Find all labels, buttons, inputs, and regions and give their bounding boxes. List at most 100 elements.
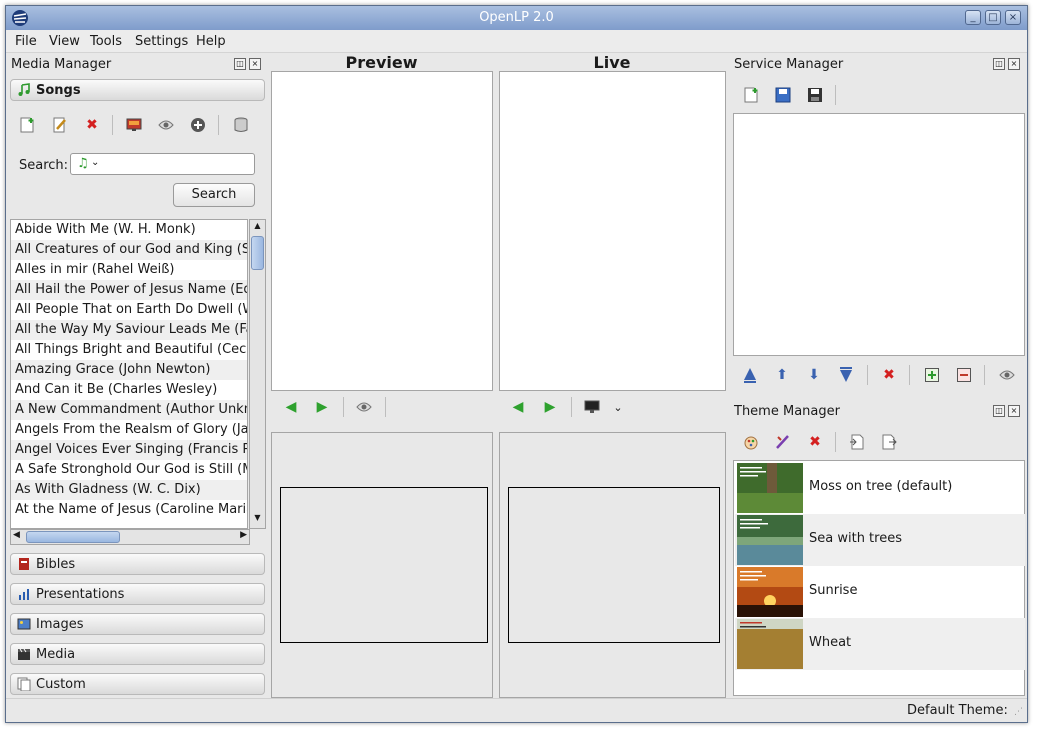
list-item[interactable]: All the Way My Saviour Leads Me (Fann	[11, 320, 247, 340]
toolbar-separator	[835, 85, 836, 105]
new-song-icon[interactable]	[18, 116, 36, 134]
list-item[interactable]: All Creatures of our God and King (St. F	[11, 240, 247, 260]
theme-manager-dock-buttons: ◫ ×	[990, 405, 1020, 417]
close-icon[interactable]: ×	[1008, 58, 1020, 70]
theme-thumbnail	[737, 567, 803, 617]
float-icon[interactable]: ◫	[993, 405, 1005, 417]
service-list	[733, 113, 1025, 356]
go-live-icon[interactable]	[998, 366, 1016, 384]
next-slide-icon[interactable]: ▶	[313, 398, 331, 416]
scrollbar-thumb[interactable]	[251, 236, 264, 270]
song-list-vertical-scrollbar[interactable]: ▲ ▼	[249, 219, 266, 529]
search-input[interactable]: ♫ ⌄	[70, 153, 255, 175]
search-button[interactable]: Search	[173, 183, 255, 207]
music-note-icon	[18, 83, 30, 96]
toolbar-separator	[835, 432, 836, 452]
custom-section-header[interactable]: Custom	[10, 673, 265, 695]
edit-song-icon[interactable]	[51, 116, 69, 134]
edit-theme-icon[interactable]	[774, 433, 792, 451]
close-icon[interactable]: ×	[249, 58, 261, 70]
import-theme-icon[interactable]	[848, 433, 866, 451]
import-songs-icon[interactable]	[232, 116, 250, 134]
images-section-header[interactable]: Images	[10, 613, 265, 635]
menu-file[interactable]: File	[15, 34, 37, 49]
song-list: Abide With Me (W. H. Monk) All Creatures…	[10, 219, 248, 529]
toolbar-separator	[385, 397, 386, 417]
add-to-service-icon[interactable]	[189, 116, 207, 134]
open-service-icon[interactable]	[774, 86, 792, 104]
toolbar-separator	[909, 365, 910, 385]
move-up-icon[interactable]: ⬆	[773, 366, 791, 384]
live-title: Live	[593, 53, 631, 72]
theme-item-sea[interactable]: Sea with trees	[735, 514, 1025, 566]
previous-slide-icon[interactable]: ◀	[509, 398, 527, 416]
next-slide-icon[interactable]: ▶	[541, 398, 559, 416]
list-item[interactable]: As With Gladness (W. C. Dix)	[11, 480, 247, 500]
custom-slide-icon	[17, 677, 31, 691]
resize-grip-icon[interactable]: ⋰	[1014, 707, 1023, 717]
song-list-horizontal-scrollbar[interactable]: ◀ ▶	[10, 529, 250, 545]
scroll-up-icon[interactable]: ▲	[251, 221, 264, 235]
live-screen	[508, 487, 720, 643]
preview-song-icon[interactable]	[125, 116, 143, 134]
list-item[interactable]: A New Commandment (Author Unknown	[11, 400, 247, 420]
scroll-down-icon[interactable]: ▼	[251, 513, 264, 527]
theme-item-sunrise[interactable]: Sunrise	[735, 566, 1025, 618]
menu-help[interactable]: Help	[196, 34, 226, 49]
chevron-down-icon[interactable]: ⌄	[91, 157, 99, 168]
new-theme-icon[interactable]	[742, 433, 760, 451]
menu-view[interactable]: View	[49, 34, 80, 49]
display-monitor-icon[interactable]	[583, 398, 601, 416]
list-item[interactable]: A Safe Stronghold Our God is Still (Mart	[11, 460, 247, 480]
songs-section-header[interactable]: Songs	[10, 79, 265, 101]
close-window-button[interactable]: ×	[1005, 10, 1021, 25]
list-item[interactable]: Angels From the Realsm of Glory (Jame	[11, 420, 247, 440]
go-live-icon[interactable]	[355, 398, 373, 416]
delete-service-item-icon[interactable]: ✖	[880, 366, 898, 384]
default-theme-label: Default Theme:	[907, 703, 1008, 718]
live-slide-list	[499, 71, 726, 391]
list-item[interactable]: Amazing Grace (John Newton)	[11, 360, 247, 380]
list-item[interactable]: All Things Bright and Beautiful (Cecil F…	[11, 340, 247, 360]
list-item[interactable]: All Hail the Power of Jesus Name (Edw	[11, 280, 247, 300]
collapse-all-icon[interactable]	[955, 366, 973, 384]
close-icon[interactable]: ×	[1008, 405, 1020, 417]
expand-all-icon[interactable]	[923, 366, 941, 384]
minimize-button[interactable]: _	[965, 10, 981, 25]
list-item[interactable]: Abide With Me (W. H. Monk)	[11, 220, 247, 240]
previous-slide-icon[interactable]: ◀	[282, 398, 300, 416]
export-theme-icon[interactable]	[880, 433, 898, 451]
list-item[interactable]: All People That on Earth Do Dwell (Willi	[11, 300, 247, 320]
save-service-icon[interactable]	[806, 86, 824, 104]
maximize-button[interactable]: □	[985, 10, 1001, 25]
toolbar-separator	[984, 365, 985, 385]
theme-name: Wheat	[809, 635, 852, 650]
list-item[interactable]: Angel Voices Ever Singing (Francis Pott	[11, 440, 247, 460]
list-item[interactable]: At the Name of Jesus (Caroline Maria N	[11, 500, 247, 520]
theme-item-moss[interactable]: Moss on tree (default)	[735, 462, 1025, 514]
menu-bar: File View Tools Settings Help	[6, 30, 1027, 53]
delete-theme-icon[interactable]: ✖	[806, 433, 824, 451]
menu-settings[interactable]: Settings	[135, 34, 188, 49]
bibles-label: Bibles	[36, 557, 76, 572]
scroll-right-icon[interactable]: ▶	[240, 530, 247, 540]
float-icon[interactable]: ◫	[993, 58, 1005, 70]
new-service-icon[interactable]	[742, 86, 760, 104]
move-down-icon[interactable]: ⬇	[805, 366, 823, 384]
list-item[interactable]: And Can it Be (Charles Wesley)	[11, 380, 247, 400]
bibles-section-header[interactable]: Bibles	[10, 553, 265, 575]
move-to-bottom-icon[interactable]	[837, 366, 855, 384]
preview-slide-list	[271, 71, 493, 391]
media-section-header[interactable]: Media	[10, 643, 265, 665]
presentations-section-header[interactable]: Presentations	[10, 583, 265, 605]
go-live-icon[interactable]	[157, 116, 175, 134]
menu-tools[interactable]: Tools	[90, 34, 122, 49]
delete-song-icon[interactable]: ✖	[83, 116, 101, 134]
float-icon[interactable]: ◫	[234, 58, 246, 70]
theme-item-wheat[interactable]: Wheat	[735, 618, 1025, 670]
scroll-left-icon[interactable]: ◀	[13, 530, 20, 540]
scrollbar-thumb[interactable]	[26, 531, 120, 543]
list-item[interactable]: Alles in mir (Rahel Weiß)	[11, 260, 247, 280]
move-to-top-icon[interactable]	[741, 366, 759, 384]
chevron-down-icon[interactable]: ⌄	[609, 398, 627, 416]
